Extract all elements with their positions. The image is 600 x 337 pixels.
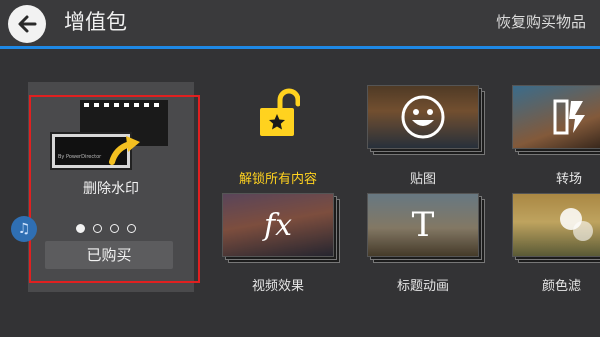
pack-tile-color-filters[interactable] [512,193,600,263]
title-t-icon: T [411,205,435,245]
color-filter-icon [560,208,593,241]
restore-purchases-button[interactable]: 恢复购买物品 [496,12,586,32]
pack-tile-title-animation[interactable]: T [367,193,485,263]
pack-tile-transitions[interactable] [512,85,600,155]
pack-label-stickers: 贴图 [409,172,436,187]
page-dot-1[interactable] [76,224,85,233]
pack-label-video-effects: 视频效果 [251,279,304,294]
page-dot-3[interactable] [110,224,119,233]
top-bar-accent-line [0,46,600,49]
pack-tile-video-effects[interactable]: fx [222,193,340,263]
back-button[interactable] [8,5,46,43]
pack-tile-stickers[interactable] [367,85,485,155]
pack-label-color-filters: 颜色滤 [542,279,582,294]
pack-label-transitions: 转场 [556,172,583,187]
music-fab-button[interactable]: ♫ [11,216,37,242]
featured-pack-label: 删除水印 [83,181,139,197]
page-dot-4[interactable] [127,224,136,233]
arrow-left-icon [18,15,37,33]
fx-icon: fx [263,207,293,243]
page-dot-2[interactable] [93,224,102,233]
purchased-button[interactable]: 已购买 [45,241,173,269]
unlock-all-label[interactable]: 解锁所有内容 [222,168,334,187]
unlock-all-button[interactable] [258,88,301,144]
unlock-icon [260,88,301,136]
music-note-icon: ♫ [17,221,31,237]
smiley-icon [401,95,445,139]
transition-icon [553,99,585,135]
pagination-dots [76,224,136,233]
page-title: 增值包 [64,10,127,34]
pack-label-title-animation: 标题动画 [396,279,449,294]
